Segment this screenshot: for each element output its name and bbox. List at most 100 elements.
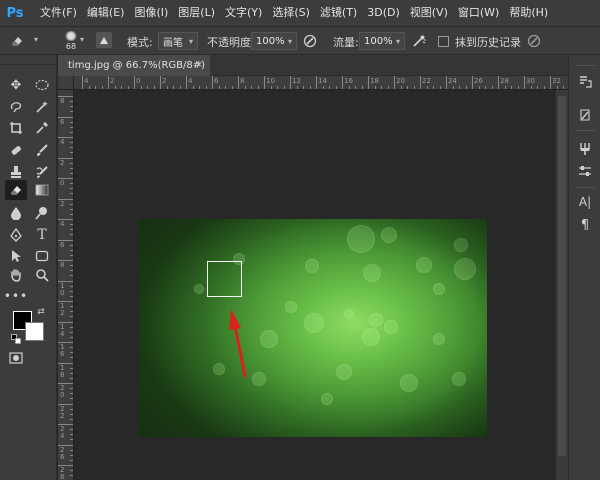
tool-presets-icon[interactable]	[574, 105, 596, 125]
erase-to-history-checkbox[interactable]	[438, 36, 449, 47]
history-brush-icon[interactable]	[31, 162, 53, 182]
menu-layer[interactable]: 图层(L)	[174, 0, 219, 26]
image-vignette	[139, 219, 487, 437]
ruler-label: 0	[60, 179, 65, 187]
ruler-tick-minor	[375, 86, 376, 89]
crop-icon[interactable]	[5, 118, 27, 138]
path-selection-icon[interactable]	[5, 246, 27, 266]
ruler-origin[interactable]	[58, 76, 74, 90]
chevron-down-icon[interactable]: ▾	[288, 37, 292, 46]
ruler-tick-minor	[381, 86, 382, 89]
menu-select[interactable]: 选择(S)	[268, 0, 314, 26]
ruler-tick-minor	[401, 86, 402, 89]
adjustments-icon[interactable]	[574, 161, 596, 181]
ruler-tick	[498, 76, 499, 89]
default-colors-icon[interactable]	[10, 333, 22, 345]
hand-icon[interactable]	[5, 265, 27, 285]
swap-colors-icon[interactable]: ⇄	[35, 306, 47, 318]
pen-icon[interactable]	[5, 225, 27, 245]
eraser-icon[interactable]	[5, 180, 27, 200]
photoshop-logo: Ps	[6, 5, 24, 21]
ruler-tick-minor	[199, 86, 200, 89]
menu-edit[interactable]: 编辑(E)	[83, 0, 129, 26]
ruler-tick-minor	[433, 86, 434, 89]
pressure-size-icon[interactable]	[526, 33, 542, 49]
vertical-scrollbar[interactable]	[555, 90, 568, 480]
menu-type[interactable]: 文字(Y)	[221, 0, 266, 26]
ruler-tick-minor	[323, 86, 324, 89]
mode-select[interactable]: 画笔 ▾	[158, 32, 198, 50]
ruler-tick	[160, 76, 161, 89]
clone-stamp-icon[interactable]	[5, 162, 27, 182]
ruler-tick-minor	[518, 86, 519, 89]
blur-icon[interactable]	[5, 203, 27, 223]
ruler-tick-minor	[271, 86, 272, 89]
healing-brush-icon[interactable]	[5, 140, 27, 160]
ruler-tick	[290, 76, 291, 89]
menu-filter[interactable]: 滤镜(T)	[316, 0, 361, 26]
ruler-vertical[interactable]: 8 6 4 2 0 2 4 6 8 1 0 1 2 1 4 1 6 1 8 2 0 2 2 2 4 2 6 2 8	[58, 90, 74, 480]
chevron-down-icon[interactable]: ▾	[34, 35, 38, 44]
brush-icon[interactable]	[31, 140, 53, 160]
menu-file[interactable]: 文件(F)	[36, 0, 81, 26]
lasso-icon[interactable]	[5, 97, 27, 117]
eraser-icon[interactable]	[8, 32, 26, 50]
ruler-tick	[524, 76, 525, 89]
menu-image[interactable]: 图像(I)	[130, 0, 172, 26]
ruler-label: 1 6	[60, 343, 65, 358]
paragraph-icon[interactable]: ¶	[574, 215, 596, 235]
ruler-tick-minor	[557, 86, 558, 89]
ruler-tick-minor	[70, 450, 73, 451]
history-panel-icon[interactable]	[574, 72, 596, 92]
opacity-field[interactable]: 100% ▾	[251, 32, 297, 50]
ruler-tick	[212, 76, 213, 89]
eyedropper-icon[interactable]	[31, 118, 53, 138]
eraser-brush-cursor	[207, 261, 242, 297]
document-image[interactable]	[139, 219, 487, 437]
ruler-label: 1 0	[60, 282, 65, 297]
flow-label: 流量:	[333, 36, 359, 49]
ruler-tick	[394, 76, 395, 89]
more-tools-icon[interactable]: •••	[4, 286, 27, 306]
menu-help[interactable]: 帮助(H)	[505, 0, 552, 26]
tools-panel-grip[interactable]	[0, 55, 57, 65]
brush-panel-toggle-icon[interactable]	[96, 32, 112, 48]
scrollbar-thumb[interactable]	[558, 96, 566, 456]
menu-3d[interactable]: 3D(D)	[363, 0, 404, 26]
menu-view[interactable]: 视图(V)	[406, 0, 452, 26]
ruler-tick-minor	[70, 286, 73, 287]
document-tab[interactable]: timg.jpg @ 66.7%(RGB/8#) * ×	[58, 55, 210, 92]
airbrush-icon[interactable]	[411, 33, 427, 49]
ruler-label: 6	[60, 118, 65, 126]
chevron-down-icon[interactable]: ▾	[396, 37, 400, 46]
magic-wand-icon[interactable]	[31, 97, 53, 117]
ruler-tick-minor	[70, 127, 73, 128]
ruler-tick-minor	[70, 142, 73, 143]
zoom-icon[interactable]	[31, 265, 53, 285]
dodge-icon[interactable]	[31, 203, 53, 223]
mode-label: 模式:	[127, 36, 153, 49]
ruler-tick-minor	[70, 409, 73, 410]
background-color-swatch[interactable]	[25, 322, 44, 341]
character-icon[interactable]: A|	[574, 192, 596, 212]
quick-mask-icon[interactable]	[5, 348, 27, 368]
rectangle-shape-icon[interactable]	[31, 246, 53, 266]
ruler-tick-minor	[70, 204, 73, 205]
ruler-horizontal[interactable]: 4 2 0 2 4 6 8 10 12 14 16 18 20 22 24 26 28 30 32	[74, 76, 571, 90]
close-icon[interactable]: ×	[195, 55, 203, 76]
ruler-tick-minor	[70, 193, 73, 194]
chevron-down-icon[interactable]: ▾	[80, 35, 84, 44]
move-icon[interactable]: ✥	[5, 75, 27, 95]
ruler-tick-minor	[479, 86, 480, 89]
menu-window[interactable]: 窗口(W)	[454, 0, 503, 26]
elliptical-marquee-icon[interactable]	[31, 75, 53, 95]
ruler-tick-minor	[70, 368, 73, 369]
gradient-icon[interactable]	[31, 180, 53, 200]
brush-preset-picker[interactable]: 68	[60, 28, 82, 54]
pressure-opacity-icon[interactable]	[302, 33, 318, 49]
ruler-label: 4	[60, 138, 65, 146]
ruler-label: 1 8	[60, 364, 65, 379]
flow-field[interactable]: 100% ▾	[359, 32, 405, 50]
type-icon[interactable]: T	[31, 225, 53, 245]
brush-settings-icon[interactable]	[574, 139, 596, 159]
